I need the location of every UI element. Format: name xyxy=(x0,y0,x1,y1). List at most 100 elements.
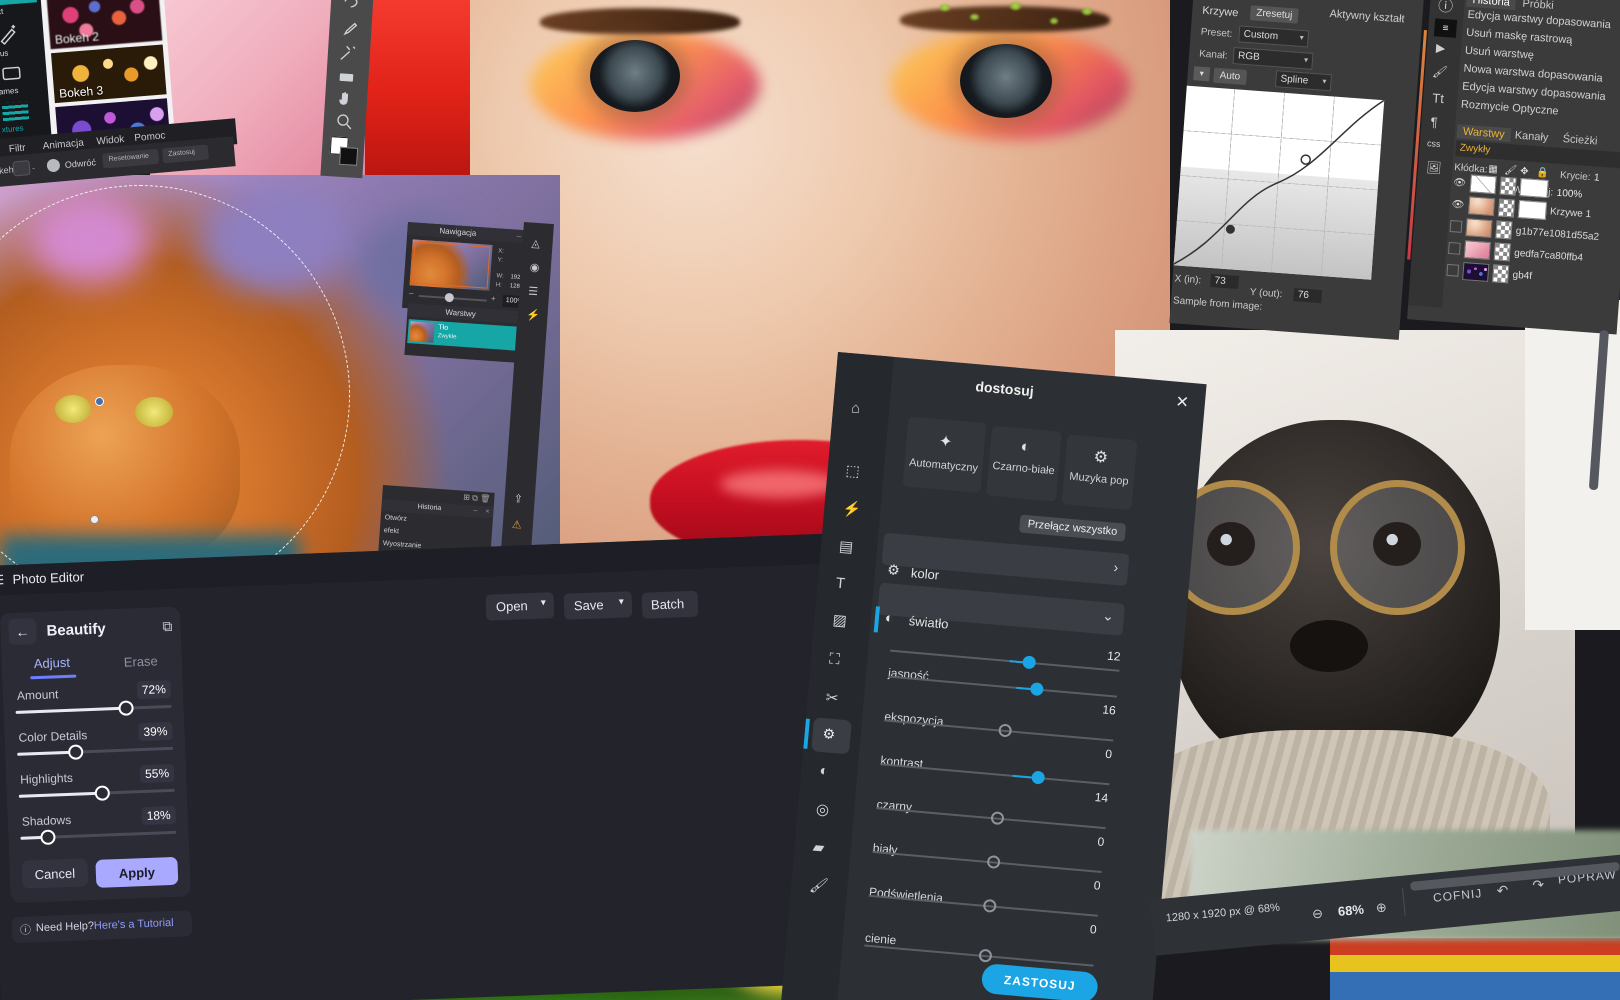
adjust-slider-ekspozycja-knob[interactable] xyxy=(998,723,1013,738)
reset-button[interactable]: Resetowanie xyxy=(102,148,160,169)
slider-amount-track[interactable] xyxy=(15,700,172,716)
eye-icon-off[interactable] xyxy=(1447,241,1461,255)
eye-icon[interactable]: 👁 xyxy=(1453,177,1466,189)
lock-brush-icon[interactable]: 🖌 xyxy=(1504,165,1517,177)
bolt-icon[interactable]: ⚡ xyxy=(526,308,541,322)
help-banner[interactable]: ⓘ Need Help? Here's a Tutorial xyxy=(11,910,193,944)
undo-icon[interactable]: ↶ xyxy=(1496,882,1509,900)
eye-icon-off[interactable] xyxy=(1449,219,1463,233)
tab-erase[interactable]: Erase xyxy=(124,653,159,669)
curves-y-field[interactable]: 76 xyxy=(1293,288,1323,304)
history-item-2[interactable]: Usuń warstwę xyxy=(1464,45,1534,62)
adjust-slider-bialy-track[interactable] xyxy=(872,850,1102,873)
invert-toggle[interactable] xyxy=(46,158,61,173)
curves-reset-button[interactable]: Zresetuj xyxy=(1249,5,1299,24)
layers-icon[interactable]: ▤ xyxy=(838,537,854,556)
cursor-icon[interactable]: ⬚ xyxy=(845,461,861,480)
slider-color-details-track[interactable] xyxy=(17,744,174,760)
lock-transparent-icon[interactable]: ▦ xyxy=(1488,164,1498,176)
image-icon[interactable]: 🖼 xyxy=(1426,160,1442,175)
curves-x-field[interactable]: 73 xyxy=(1210,273,1239,289)
slider-shadows-knob[interactable] xyxy=(40,829,57,846)
pattern-icon[interactable]: ▨ xyxy=(832,611,848,630)
curves-graph[interactable] xyxy=(1171,85,1385,280)
hamburger-icon[interactable]: ☰ xyxy=(0,572,5,588)
shape-icon[interactable]: ◬ xyxy=(531,237,540,251)
navigator-zoom-in-icon[interactable]: + xyxy=(491,294,496,303)
slider-color-details-knob[interactable] xyxy=(68,744,84,760)
bandaid-icon[interactable]: ▰ xyxy=(812,838,825,857)
history-small-close-icon[interactable]: × xyxy=(485,508,490,515)
lock-all-icon[interactable]: 🔒 xyxy=(1536,167,1549,179)
type-icon[interactable]: Tt xyxy=(1432,90,1445,106)
adjustments-icon[interactable]: ≡ xyxy=(1433,18,1458,38)
curves-interp-select[interactable]: Spline ▾ xyxy=(1274,70,1333,92)
compare-icon[interactable]: ⧉ xyxy=(162,618,173,635)
play-icon[interactable]: ▶ xyxy=(1436,40,1446,55)
preset-muzyka-pop[interactable]: ⚙ Muzyka pop xyxy=(1061,434,1138,511)
undo-label[interactable]: COFNIJ xyxy=(1432,886,1482,905)
bokeh-thumb-0[interactable]: Bokeh 2 xyxy=(46,0,163,50)
adjust-slider-czarny-knob[interactable] xyxy=(990,811,1005,826)
bokeh-thumb-1[interactable]: Bokeh 3 xyxy=(50,44,167,104)
css-icon[interactable]: css xyxy=(1427,138,1441,149)
color-wheel-icon[interactable]: ◉ xyxy=(529,261,539,275)
cancel-button[interactable]: Cancel xyxy=(21,858,89,889)
history-item-5[interactable]: Rozmycie Optyczne xyxy=(1461,98,1559,117)
brush-icon[interactable]: 🖌 xyxy=(809,876,830,896)
hand-icon[interactable] xyxy=(335,88,356,109)
adjust-slider-czarny-track[interactable] xyxy=(876,807,1106,830)
batch-button[interactable]: Batch xyxy=(641,590,699,619)
history-small-item-2[interactable]: Wyostrzanie xyxy=(383,540,422,550)
spiral-icon[interactable]: ◎ xyxy=(815,800,830,819)
tab-warstwy[interactable]: Warstwy xyxy=(1456,124,1512,143)
lightning-icon[interactable]: ⚡ xyxy=(842,499,862,519)
navigator-preview[interactable] xyxy=(409,239,493,291)
curves-auto-button[interactable]: Auto xyxy=(1213,67,1247,86)
curves-preset-select[interactable]: Custom ▾ xyxy=(1238,25,1310,48)
close-icon[interactable]: ✕ xyxy=(1175,392,1190,413)
adjust-slider-cienie-knob[interactable] xyxy=(978,948,993,963)
open-button[interactable]: Open ▾ xyxy=(485,592,555,621)
adjust-slider-jasnosc-knob[interactable] xyxy=(1029,682,1044,697)
help-link[interactable]: Here's a Tutorial xyxy=(94,917,174,932)
zoom-tool-icon[interactable] xyxy=(333,110,354,131)
curves-channel-select[interactable]: RGB ▾ xyxy=(1232,47,1314,70)
slider-amount-knob[interactable] xyxy=(118,700,134,716)
lasso-icon[interactable] xyxy=(340,0,361,16)
tab-probki[interactable]: Próbki xyxy=(1522,0,1554,12)
home-icon[interactable]: ⌂ xyxy=(850,399,861,417)
warning-icon[interactable]: ⚠ xyxy=(511,518,522,532)
preset-automatyczny[interactable]: ✦ Automatyczny xyxy=(902,416,987,493)
slider-shadows-track[interactable] xyxy=(20,829,177,846)
zoom-out-icon[interactable]: ⊖ xyxy=(1311,906,1323,923)
gradient-icon[interactable] xyxy=(335,66,358,87)
export-icon[interactable]: ⇪ xyxy=(513,492,523,506)
zoom-in-icon[interactable]: ⊕ xyxy=(1375,899,1387,916)
info-icon[interactable]: ⓘ xyxy=(1437,0,1454,17)
scissors-icon[interactable]: ✂ xyxy=(825,688,839,707)
tab-kanaly[interactable]: Kanały xyxy=(1514,130,1548,144)
adjust-slider-kontrast-track[interactable] xyxy=(880,763,1110,786)
history-small-actions[interactable]: ⊞ ⧉ 🗑 xyxy=(463,493,491,505)
curves-expander-icon[interactable]: ▼ xyxy=(1193,66,1211,82)
preset-czarno-biale[interactable]: ◐ Czarno-białe xyxy=(986,425,1062,502)
effect-swatch[interactable] xyxy=(12,160,31,177)
menu-item-filtr[interactable]: Filtr xyxy=(8,143,26,155)
adjust-slider-kontrast-knob[interactable] xyxy=(1030,770,1046,785)
eye-icon-off[interactable] xyxy=(1446,263,1460,277)
crop-icon[interactable]: ⛶ xyxy=(828,650,840,668)
contrast-icon[interactable]: ◐ xyxy=(819,762,830,780)
text-icon[interactable]: T xyxy=(835,575,846,593)
tab-adjust[interactable]: Adjust xyxy=(33,655,70,671)
heal-icon[interactable] xyxy=(337,43,358,64)
slider-highlights-knob[interactable] xyxy=(94,785,111,801)
lock-move-icon[interactable]: ✥ xyxy=(1520,166,1529,178)
save-button[interactable]: Save ▾ xyxy=(563,591,633,620)
zastosuj-button[interactable]: ZASTOSUJ xyxy=(980,962,1099,1000)
paragraph-icon[interactable]: ¶ xyxy=(1430,114,1438,129)
history-small-item-0[interactable]: Otwórz xyxy=(384,514,407,523)
sliders-icon[interactable]: ⚙ xyxy=(811,717,852,755)
eyedropper-icon[interactable] xyxy=(339,19,360,40)
history-item-1[interactable]: Usuń maskę rastrową xyxy=(1466,27,1573,47)
